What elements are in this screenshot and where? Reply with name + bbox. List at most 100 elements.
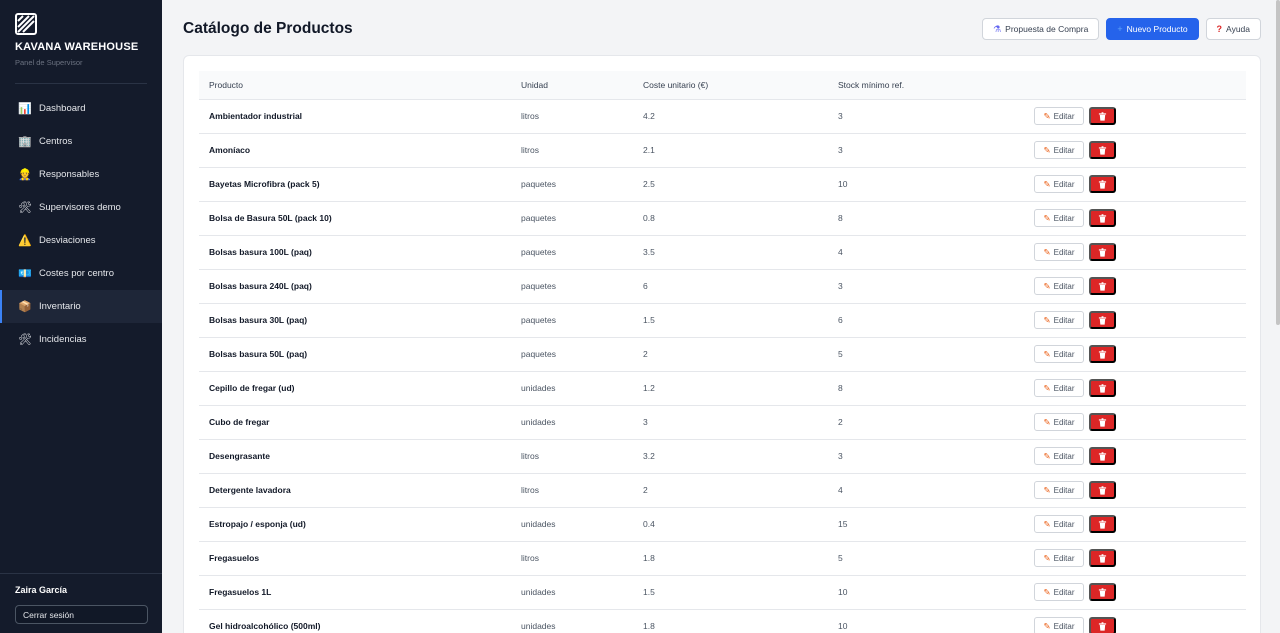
product-min-stock: 10	[838, 587, 848, 597]
product-min-stock: 3	[838, 111, 843, 121]
trash-icon	[1098, 315, 1107, 325]
sidebar-item-centros[interactable]: 🏢 Centros	[0, 125, 162, 158]
delete-button[interactable]	[1089, 175, 1116, 193]
edit-button[interactable]: ✎ Editar	[1034, 311, 1084, 329]
product-unit: litros	[521, 145, 539, 155]
edit-label: Editar	[1053, 485, 1075, 495]
edit-label: Editar	[1053, 247, 1075, 257]
row-actions: ✎ Editar	[1024, 167, 1246, 201]
edit-button[interactable]: ✎ Editar	[1034, 175, 1084, 193]
trash-icon	[1098, 553, 1107, 563]
page-scrollbar[interactable]	[1276, 0, 1280, 325]
edit-button[interactable]: ✎ Editar	[1034, 209, 1084, 227]
column-header-cost: Coste unitario (€)	[633, 71, 828, 100]
delete-button[interactable]	[1089, 345, 1116, 363]
table-row: Bayetas Microfibra (pack 5) paquetes 2.5 10…	[199, 167, 1246, 201]
edit-button[interactable]: ✎ Editar	[1034, 413, 1084, 431]
logout-button[interactable]: Cerrar sesión	[15, 605, 148, 624]
sidebar-item-label: Incidencias	[39, 334, 87, 345]
edit-button[interactable]: ✎ Editar	[1034, 107, 1084, 125]
edit-button[interactable]: ✎ Editar	[1034, 243, 1084, 261]
trash-icon	[1098, 621, 1107, 631]
new-product-label: Nuevo Producto	[1126, 24, 1188, 34]
delete-button[interactable]	[1089, 583, 1116, 601]
product-unit: paquetes	[521, 315, 556, 325]
package-icon: 📦	[18, 301, 32, 313]
edit-button[interactable]: ✎ Editar	[1034, 345, 1084, 363]
product-name: Gel hidroalcohólico (500ml)	[209, 621, 321, 631]
sidebar-item-supervisores-demo[interactable]: 🛠 Supervisores demo	[0, 191, 162, 224]
sidebar-item-costes-por-centro[interactable]: 💶 Costes por centro	[0, 257, 162, 290]
product-min-stock: 5	[838, 349, 843, 359]
delete-button[interactable]	[1089, 379, 1116, 397]
product-cost: 2	[643, 485, 648, 495]
question-icon: ?	[1216, 24, 1223, 34]
edit-button[interactable]: ✎ Editar	[1034, 277, 1084, 295]
edit-label: Editar	[1053, 383, 1075, 393]
product-unit: litros	[521, 485, 539, 495]
sidebar-item-label: Centros	[39, 136, 73, 147]
column-header-unit: Unidad	[511, 71, 633, 100]
product-name: Bolsas basura 50L (paq)	[209, 349, 308, 359]
delete-button[interactable]	[1089, 277, 1116, 295]
product-cost: 1.5	[643, 315, 655, 325]
delete-button[interactable]	[1089, 447, 1116, 465]
delete-button[interactable]	[1089, 549, 1116, 567]
product-cost: 1.5	[643, 587, 655, 597]
row-actions: ✎ Editar	[1024, 337, 1246, 371]
delete-button[interactable]	[1089, 311, 1116, 329]
pencil-icon: ✎	[1043, 280, 1051, 291]
product-min-stock: 15	[838, 519, 848, 529]
edit-button[interactable]: ✎ Editar	[1034, 379, 1084, 397]
plus-icon: +	[1117, 24, 1123, 34]
edit-label: Editar	[1053, 281, 1075, 291]
purchase-proposal-button[interactable]: ⚗ Propuesta de Compra	[982, 18, 1100, 40]
edit-button[interactable]: ✎ Editar	[1034, 583, 1084, 601]
sidebar-item-dashboard[interactable]: 📊 Dashboard	[0, 92, 162, 125]
product-cost: 2.5	[643, 179, 655, 189]
delete-button[interactable]	[1089, 141, 1116, 159]
product-unit: paquetes	[521, 281, 556, 291]
product-name: Cubo de fregar	[209, 417, 270, 427]
delete-button[interactable]	[1089, 243, 1116, 261]
table-row: Cepillo de fregar (ud) unidades 1.2 8 ✎ Edita…	[199, 371, 1246, 405]
product-min-stock: 10	[838, 621, 848, 631]
trash-icon	[1098, 247, 1107, 257]
edit-label: Editar	[1053, 213, 1075, 223]
sidebar-item-label: Inventario	[39, 301, 81, 312]
sidebar-item-label: Costes por centro	[39, 268, 114, 279]
product-unit: litros	[521, 553, 539, 563]
purchase-proposal-label: Propuesta de Compra	[1005, 24, 1089, 34]
row-actions: ✎ Editar	[1024, 235, 1246, 269]
trash-icon	[1098, 145, 1107, 155]
sidebar-item-desviaciones[interactable]: ⚠️ Desviaciones	[0, 224, 162, 257]
edit-button[interactable]: ✎ Editar	[1034, 481, 1084, 499]
edit-label: Editar	[1053, 179, 1075, 189]
product-min-stock: 8	[838, 213, 843, 223]
product-name: Amoníaco	[209, 145, 251, 155]
delete-button[interactable]	[1089, 617, 1116, 633]
help-button[interactable]: ? Ayuda	[1205, 18, 1261, 40]
table-body: Ambientador industrial litros 4.2 3 ✎ Editar A…	[199, 99, 1246, 633]
pencil-icon: ✎	[1043, 246, 1051, 257]
edit-button[interactable]: ✎ Editar	[1034, 141, 1084, 159]
new-product-button[interactable]: + Nuevo Producto	[1106, 18, 1199, 40]
delete-button[interactable]	[1089, 413, 1116, 431]
sidebar-item-incidencias[interactable]: 🛠 Incidencias	[0, 323, 162, 356]
edit-button[interactable]: ✎ Editar	[1034, 549, 1084, 567]
sidebar-item-responsables[interactable]: 👷 Responsables	[0, 158, 162, 191]
trash-icon	[1098, 383, 1107, 393]
edit-button[interactable]: ✎ Editar	[1034, 617, 1084, 633]
delete-button[interactable]	[1089, 481, 1116, 499]
edit-button[interactable]: ✎ Editar	[1034, 515, 1084, 533]
row-actions: ✎ Editar	[1024, 201, 1246, 235]
delete-button[interactable]	[1089, 107, 1116, 125]
delete-button[interactable]	[1089, 515, 1116, 533]
product-unit: unidades	[521, 587, 556, 597]
product-unit: unidades	[521, 383, 556, 393]
edit-button[interactable]: ✎ Editar	[1034, 447, 1084, 465]
sidebar-item-inventario[interactable]: 📦 Inventario	[0, 290, 162, 323]
delete-button[interactable]	[1089, 209, 1116, 227]
product-cost: 3.2	[643, 451, 655, 461]
building-icon: 🏢	[18, 136, 32, 148]
